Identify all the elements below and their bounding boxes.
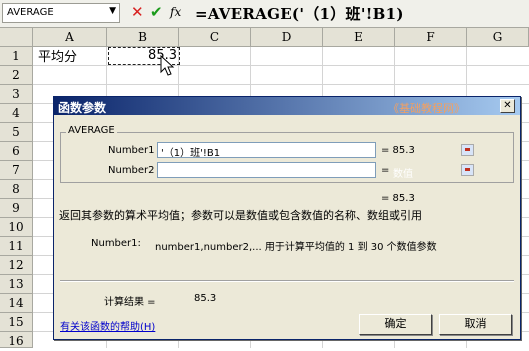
collapse-dialog-icon[interactable] [461, 164, 474, 176]
gridline [33, 84, 529, 85]
cancel-icon[interactable]: ✕ [131, 3, 144, 21]
gridline [33, 65, 529, 66]
cell-a1[interactable]: 平均分 [38, 46, 77, 65]
function-help-link[interactable]: 有关该函数的帮助(H) [60, 318, 155, 333]
dialog-title: 函数参数 [58, 101, 107, 115]
close-icon: ✕ [503, 100, 512, 111]
row-header[interactable]: 13 [0, 275, 33, 294]
number1-input[interactable]: '（1）班'!B1 [157, 142, 474, 159]
row-header[interactable]: 4 [0, 104, 33, 123]
row-header[interactable]: 2 [0, 66, 33, 85]
row-header[interactable]: 3 [0, 85, 33, 104]
calc-result-label: 计算结果 = [104, 297, 156, 308]
name-box-value: AVERAGE [7, 7, 54, 18]
row-header[interactable]: 5 [0, 123, 33, 142]
number1-result: = 85.3 [381, 145, 415, 156]
column-header-b[interactable]: B [107, 28, 179, 47]
number1-value: '（1）班'!B1 [161, 148, 221, 159]
row-header[interactable]: 1 [0, 47, 33, 66]
row-header[interactable]: 6 [0, 142, 33, 161]
function-arguments-dialog: 函数参数 《基础教程网》 ✕ AVERAGE Number1 '（1）班'!B1… [53, 96, 521, 340]
column-header-g[interactable]: G [467, 28, 529, 47]
chevron-down-icon[interactable]: ▼ [109, 6, 116, 16]
close-button[interactable]: ✕ [500, 99, 515, 113]
enter-icon[interactable]: ✔ [150, 3, 163, 21]
number2-label: Number2 [108, 165, 155, 176]
formula-input[interactable]: =AVERAGE('（1）班'!B1) [195, 3, 404, 24]
param-name: Number1: [91, 238, 141, 249]
divider [60, 280, 514, 282]
calc-result-value: 85.3 [194, 293, 217, 304]
name-box[interactable]: AVERAGE ▼ [2, 3, 120, 23]
row-header[interactable]: 15 [0, 313, 33, 332]
collapse-dialog-icon[interactable] [461, 144, 474, 156]
row-header[interactable]: 14 [0, 294, 33, 313]
total-result: = 85.3 [381, 193, 415, 204]
cancel-button[interactable]: 取消 [439, 314, 512, 335]
row-header[interactable]: 10 [0, 218, 33, 237]
column-header-a[interactable]: A [33, 28, 107, 47]
insert-function-icon[interactable]: fx [170, 5, 181, 19]
dialog-titlebar[interactable]: 函数参数 《基础教程网》 ✕ [54, 97, 520, 115]
column-header-f[interactable]: F [395, 28, 467, 47]
ok-button[interactable]: 确定 [359, 314, 432, 335]
column-header-d[interactable]: D [251, 28, 323, 47]
param-description: number1,number2,... 用于计算平均值的 1 到 30 个数值参… [155, 242, 437, 253]
row-header[interactable]: 11 [0, 237, 33, 256]
column-header-e[interactable]: E [323, 28, 395, 47]
row-header[interactable]: 9 [0, 199, 33, 218]
column-header-c[interactable]: C [179, 28, 251, 47]
row-header[interactable]: 12 [0, 256, 33, 275]
number2-result-eq: = [381, 165, 390, 176]
select-all-corner[interactable] [0, 28, 33, 47]
mouse-pointer-icon [160, 55, 175, 76]
number1-label: Number1 [108, 145, 155, 156]
function-name-label: AVERAGE [66, 125, 117, 136]
row-header[interactable]: 16 [0, 332, 33, 348]
row-header[interactable]: 7 [0, 161, 33, 180]
formula-bar: AVERAGE ▼ ✕ ✔ fx =AVERAGE('（1）班'!B1) [0, 0, 529, 28]
watermark-text: 《基础教程网》 [388, 102, 465, 115]
row-header[interactable]: 8 [0, 180, 33, 199]
number2-result-hint: 数值 [393, 169, 413, 180]
number2-input[interactable] [157, 162, 474, 178]
function-description: 返回其参数的算术平均值；参数可以是数值或包含数值的名称、数组或引用 [59, 209, 422, 222]
